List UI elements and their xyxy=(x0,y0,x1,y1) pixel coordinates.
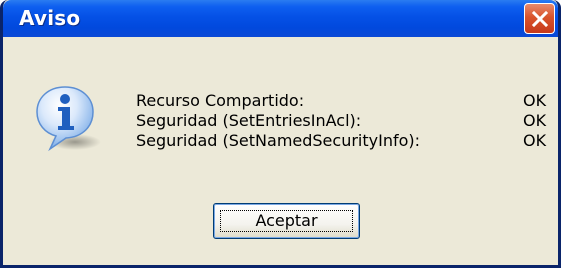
info-icon xyxy=(36,86,101,152)
message-label: Seguridad (SetNamedSecurityInfo): xyxy=(136,131,421,150)
close-icon xyxy=(531,10,549,28)
message-list: Recurso Compartido: OK Seguridad (SetEnt… xyxy=(136,91,558,151)
message-status: OK xyxy=(523,91,547,110)
title-bar[interactable]: Aviso xyxy=(3,0,558,37)
message-row-recurso: Recurso Compartido: OK xyxy=(136,91,558,111)
message-label: Recurso Compartido: xyxy=(136,91,305,110)
message-row-setnamed: Seguridad (SetNamedSecurityInfo): OK xyxy=(136,131,558,151)
message-status: OK xyxy=(523,111,547,130)
message-row-setentries: Seguridad (SetEntriesInAcl): OK xyxy=(136,111,558,131)
message-status: OK xyxy=(523,131,547,150)
accept-button-label: Aceptar xyxy=(255,211,318,230)
window-title: Aviso xyxy=(19,6,81,30)
close-button[interactable] xyxy=(524,3,555,34)
focus-rectangle: Aceptar xyxy=(220,210,353,232)
message-label: Seguridad (SetEntriesInAcl): xyxy=(136,111,362,130)
dialog-window: Aviso Recurso Compartido: OK Seguridad (… xyxy=(0,0,561,268)
accept-button[interactable]: Aceptar xyxy=(213,203,360,239)
